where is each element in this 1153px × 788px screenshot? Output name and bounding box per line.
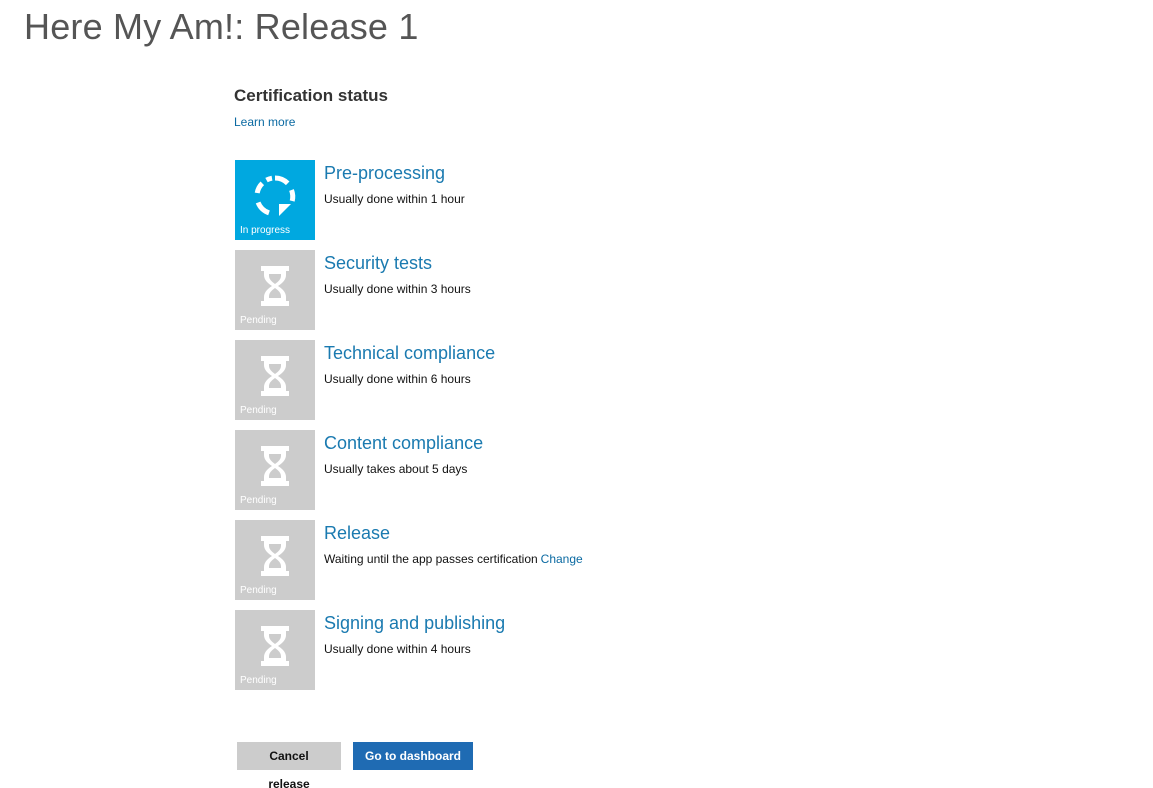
step-release: Pending Release Waiting until the app pa… [235,520,835,600]
step-name[interactable]: Content compliance [324,431,483,455]
status-label: Pending [240,315,277,326]
hourglass-icon [261,356,289,396]
certification-status-page: Here My Am!: Release 1 Certification sta… [0,0,1153,788]
step-description-text: Usually done within 3 hours [324,282,471,296]
go-to-dashboard-button[interactable]: Go to dashboard [353,742,473,770]
certification-steps: In progress Pre-processing Usually done … [235,160,835,700]
step-description-text: Usually done within 4 hours [324,642,471,656]
step-description: Usually done within 3 hours [324,281,471,297]
step-name[interactable]: Release [324,521,390,545]
step-name[interactable]: Signing and publishing [324,611,505,635]
step-description: Usually done within 4 hours [324,641,471,657]
step-description-text: Usually done within 6 hours [324,372,471,386]
step-tile: In progress [235,160,315,240]
step-description: Waiting until the app passes certificati… [324,551,583,567]
step-tile: Pending [235,520,315,600]
step-technical-compliance: Pending Technical compliance Usually don… [235,340,835,420]
status-label: Pending [240,405,277,416]
step-name[interactable]: Security tests [324,251,432,275]
step-description-text: Waiting until the app passes certificati… [324,552,538,566]
step-name[interactable]: Pre-processing [324,161,445,185]
step-tile: Pending [235,340,315,420]
status-label: Pending [240,495,277,506]
status-label: In progress [240,225,291,236]
cancel-release-button[interactable]: Cancel release [237,742,341,788]
status-label: Pending [240,585,277,596]
page-title: Here My Am!: Release 1 [24,6,419,47]
refresh-icon [254,175,296,216]
section-title: Certification status [234,86,388,105]
hourglass-icon [261,626,289,666]
learn-more-link[interactable]: Learn more [234,114,295,130]
hourglass-icon [261,266,289,306]
step-tile: Pending [235,430,315,510]
step-signing-and-publishing: Pending Signing and publishing Usually d… [235,610,835,690]
status-label: Pending [240,675,277,686]
step-description: Usually done within 6 hours [324,371,471,387]
step-tile: Pending [235,250,315,330]
change-link[interactable]: Change [541,552,583,566]
step-pre-processing: In progress Pre-processing Usually done … [235,160,835,240]
step-description: Usually takes about 5 days [324,461,467,477]
hourglass-icon [261,536,289,576]
step-description: Usually done within 1 hour [324,191,465,207]
step-security-tests: Pending Security tests Usually done with… [235,250,835,330]
step-name[interactable]: Technical compliance [324,341,495,365]
step-description-text: Usually takes about 5 days [324,462,468,476]
step-description-text: Usually done within 1 hour [324,192,465,206]
hourglass-icon [261,446,289,486]
step-tile: Pending [235,610,315,690]
step-content-compliance: Pending Content compliance Usually takes… [235,430,835,510]
